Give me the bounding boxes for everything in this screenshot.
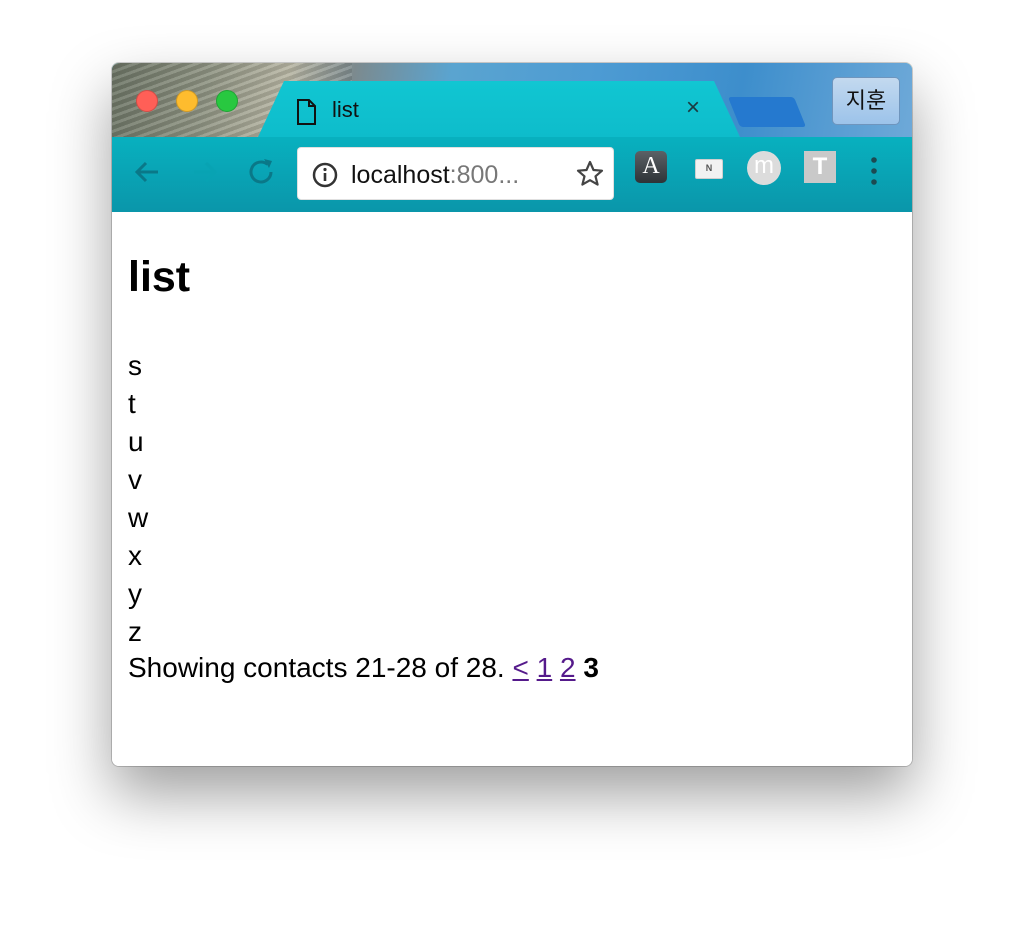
previous-page-link[interactable]: < [512,652,528,683]
page-link-2[interactable]: 2 [560,652,576,683]
contact-item: u [128,426,144,457]
minimize-window-button[interactable] [176,90,198,112]
extension-t-icon[interactable]: T [804,151,836,183]
reload-icon[interactable] [244,155,278,189]
toolbar: localhost:800... A N m T [112,137,912,212]
url-port: :800... [449,161,520,189]
contact-item: v [128,464,142,495]
pagination: Showing contacts 21-28 of 28. < 1 2 3 [128,649,599,687]
contact-item: w [128,502,149,533]
contact-item: z [128,616,142,647]
page-content: list s t u v w x y z Showing contacts 21… [112,212,912,766]
tab-close-icon[interactable]: × [686,95,700,121]
forward-arrow-icon[interactable] [188,155,222,189]
extension-n-icon[interactable]: N [695,159,723,179]
browser-tab[interactable]: list × [258,81,740,137]
pagination-summary: Showing contacts 21-28 of 28. [128,652,505,683]
back-arrow-icon[interactable] [130,155,164,189]
maximize-window-button[interactable] [216,90,238,112]
contact-item: y [128,578,142,609]
page-link-1[interactable]: 1 [537,652,553,683]
new-tab-button[interactable] [727,97,807,127]
extension-m-icon[interactable]: m [747,151,781,185]
profile-button[interactable]: 지훈 [832,77,900,125]
browser-window: list × 지훈 localhost:800... A N m T list … [112,63,912,766]
bookmark-star-icon[interactable] [575,159,605,189]
page-title: list [128,253,191,301]
address-bar[interactable]: localhost:800... [297,147,614,200]
contact-item: x [128,540,142,571]
menu-dots-icon[interactable] [868,155,880,187]
close-window-button[interactable] [136,90,158,112]
tab-title: list [332,97,359,122]
contact-item: t [128,388,136,419]
url-text: localhost:800... [351,161,519,190]
info-icon[interactable] [312,162,338,188]
browser-chrome: list × 지훈 localhost:800... A N m T [112,63,912,212]
contact-list: s t u v w x y z [128,347,148,651]
url-host: localhost [351,161,450,189]
document-icon [297,99,316,125]
contact-item: s [128,350,142,381]
extension-a-icon[interactable]: A [635,151,667,183]
current-page: 3 [583,652,599,683]
